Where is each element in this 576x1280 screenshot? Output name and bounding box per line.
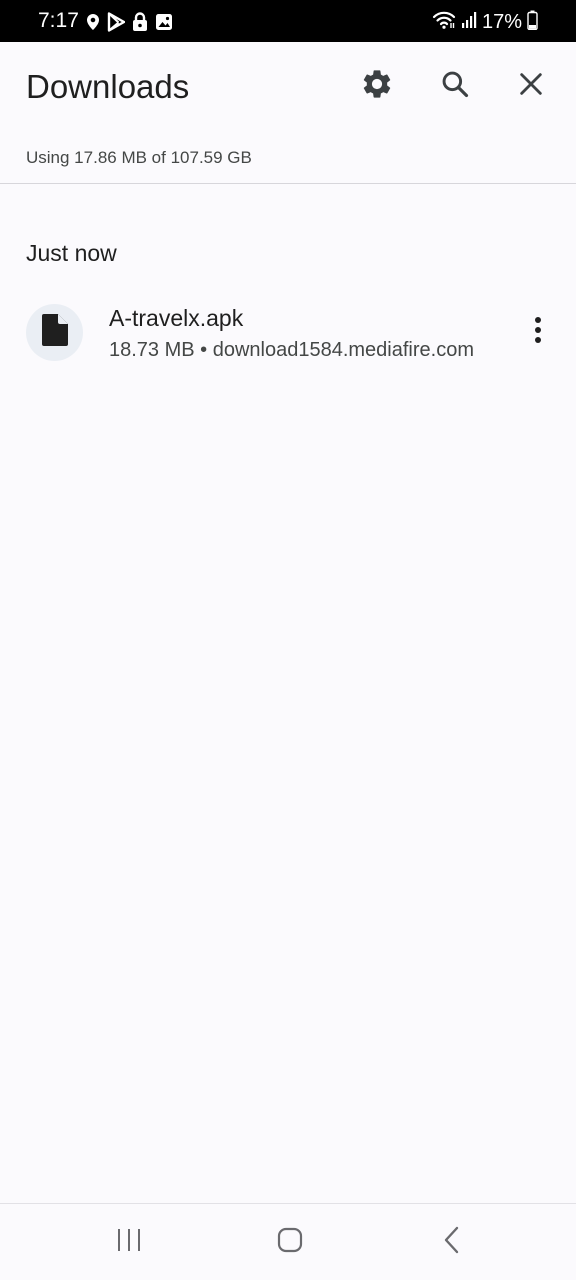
section-heading-just-now: Just now xyxy=(26,240,117,266)
battery-icon xyxy=(527,10,538,35)
file-name: A-travelx.apk xyxy=(109,305,244,331)
status-time: 7:17 xyxy=(38,9,79,32)
file-thumbnail xyxy=(26,304,83,361)
signal-icon xyxy=(461,11,477,34)
page-title: Downloads xyxy=(26,68,190,105)
status-notification-icons xyxy=(86,11,173,33)
home-icon xyxy=(276,1226,304,1259)
search-button[interactable] xyxy=(433,64,477,108)
lock-icon xyxy=(132,12,148,32)
recents-icon xyxy=(115,1227,143,1258)
battery-percent: 17% xyxy=(481,11,522,33)
search-icon xyxy=(439,68,471,105)
file-icon xyxy=(41,313,69,352)
back-icon xyxy=(442,1225,462,1260)
more-vert-icon xyxy=(533,315,543,350)
status-bar: 7:17 17% xyxy=(0,0,576,42)
home-button[interactable] xyxy=(268,1222,312,1262)
close-icon xyxy=(517,70,545,103)
image-icon xyxy=(155,13,173,31)
back-button[interactable] xyxy=(430,1222,474,1262)
status-system-icons: 17% xyxy=(432,10,538,35)
settings-button[interactable] xyxy=(355,64,399,108)
navigation-bar xyxy=(0,1203,576,1280)
app-header: Downloads xyxy=(0,42,576,132)
more-options-button[interactable] xyxy=(518,312,558,352)
location-icon xyxy=(86,13,100,31)
file-meta: 18.73 MB • download1584.mediafire.com xyxy=(109,339,474,361)
wifi-icon xyxy=(432,10,456,35)
header-divider xyxy=(0,183,576,184)
storage-usage: Using 17.86 MB of 107.59 GB xyxy=(26,148,252,167)
recents-button[interactable] xyxy=(107,1222,151,1262)
download-item[interactable]: A-travelx.apk 18.73 MB • download1584.me… xyxy=(0,290,576,376)
play-store-icon xyxy=(107,12,125,32)
settings-icon xyxy=(360,67,394,106)
close-button[interactable] xyxy=(509,64,553,108)
